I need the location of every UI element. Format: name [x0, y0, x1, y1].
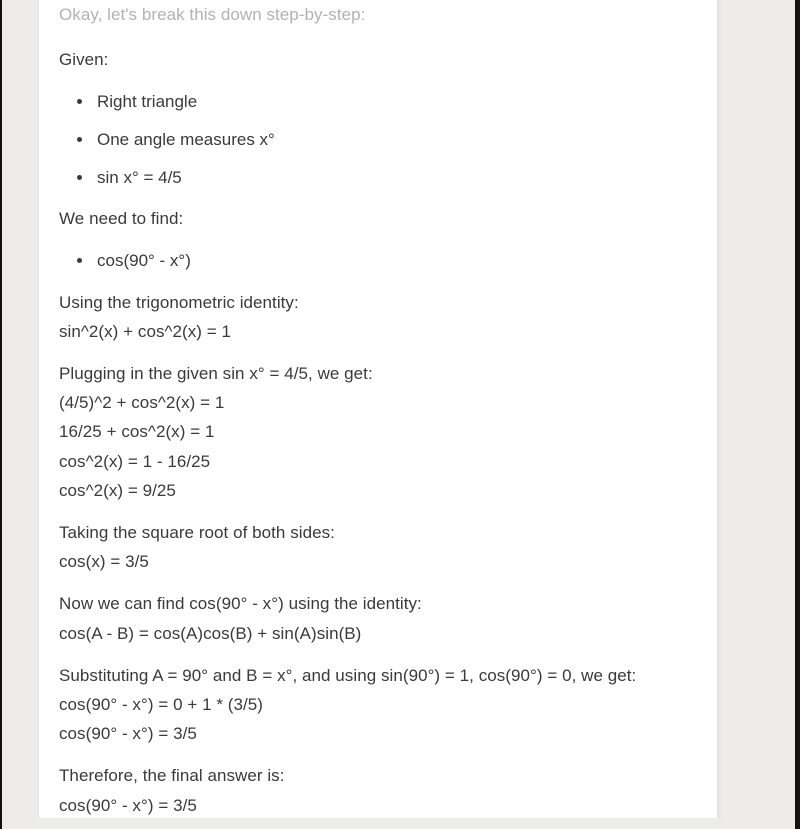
bullet-dot-icon [77, 98, 82, 104]
substitute-line: cos(90° - x°) = 0 + 1 * (3/5) [59, 695, 264, 715]
identity-line: sin^2(x) + cos^2(x) = 1 [59, 321, 232, 341]
bullet-dot-icon [77, 258, 82, 264]
final-heading: Therefore, the final answer is: [59, 766, 285, 786]
plugging-line: cos^2(x) = 9/25 [59, 480, 176, 500]
substitute-line: cos(90° - x°) = 3/5 [59, 724, 197, 744]
substitute-heading: Substituting A = 90° and B = x°, and usi… [59, 665, 637, 685]
identity-heading: Using the trigonometric identity: [59, 292, 299, 312]
now-heading: Now we can find cos(90° - x°) using the … [59, 594, 422, 614]
sqrt-heading: Taking the square root of both sides: [59, 523, 335, 543]
list-item: Right triangle [59, 82, 717, 120]
list-item: sin x° = 4/5 [59, 158, 717, 196]
bullet-dot-icon [77, 174, 82, 180]
assistant-message-body: Okay, let's break this down step-by-step… [59, 0, 717, 818]
plugging-heading: Plugging in the given sin x° = 4/5, we g… [59, 364, 373, 384]
screen-frame: Okay, let's break this down step-by-step… [0, 0, 800, 829]
intro-faded-line: Okay, let's break this down step-by-step… [59, 5, 366, 24]
right-frame-edge [795, 0, 800, 829]
plugging-line: cos^2(x) = 1 - 16/25 [59, 451, 211, 471]
answer-content-panel: Okay, let's break this down step-by-step… [38, 0, 717, 818]
plugging-line: 16/25 + cos^2(x) = 1 [59, 422, 215, 442]
find-heading: We need to find: [59, 209, 184, 229]
sqrt-line: cos(x) = 3/5 [59, 552, 149, 572]
list-item-label: cos(90° - x°) [97, 251, 191, 271]
plugging-line: (4/5)^2 + cos^2(x) = 1 [59, 393, 225, 413]
bullet-dot-icon [77, 136, 82, 142]
given-heading: Given: [59, 50, 109, 70]
page-surface: Okay, let's break this down step-by-step… [2, 0, 795, 829]
find-list: cos(90° - x°) [59, 242, 717, 280]
list-item-label: Right triangle [97, 91, 198, 111]
panel-right-shadow [717, 0, 723, 818]
given-list: Right triangle One angle measures x° sin… [59, 82, 717, 196]
list-item: One angle measures x° [59, 120, 717, 158]
now-line: cos(A - B) = cos(A)cos(B) + sin(A)sin(B) [59, 623, 362, 643]
final-answer-line: cos(90° - x°) = 3/5 [59, 795, 197, 815]
list-item-label: One angle measures x° [97, 129, 275, 149]
list-item: cos(90° - x°) [59, 242, 717, 280]
list-item-label: sin x° = 4/5 [97, 167, 182, 187]
